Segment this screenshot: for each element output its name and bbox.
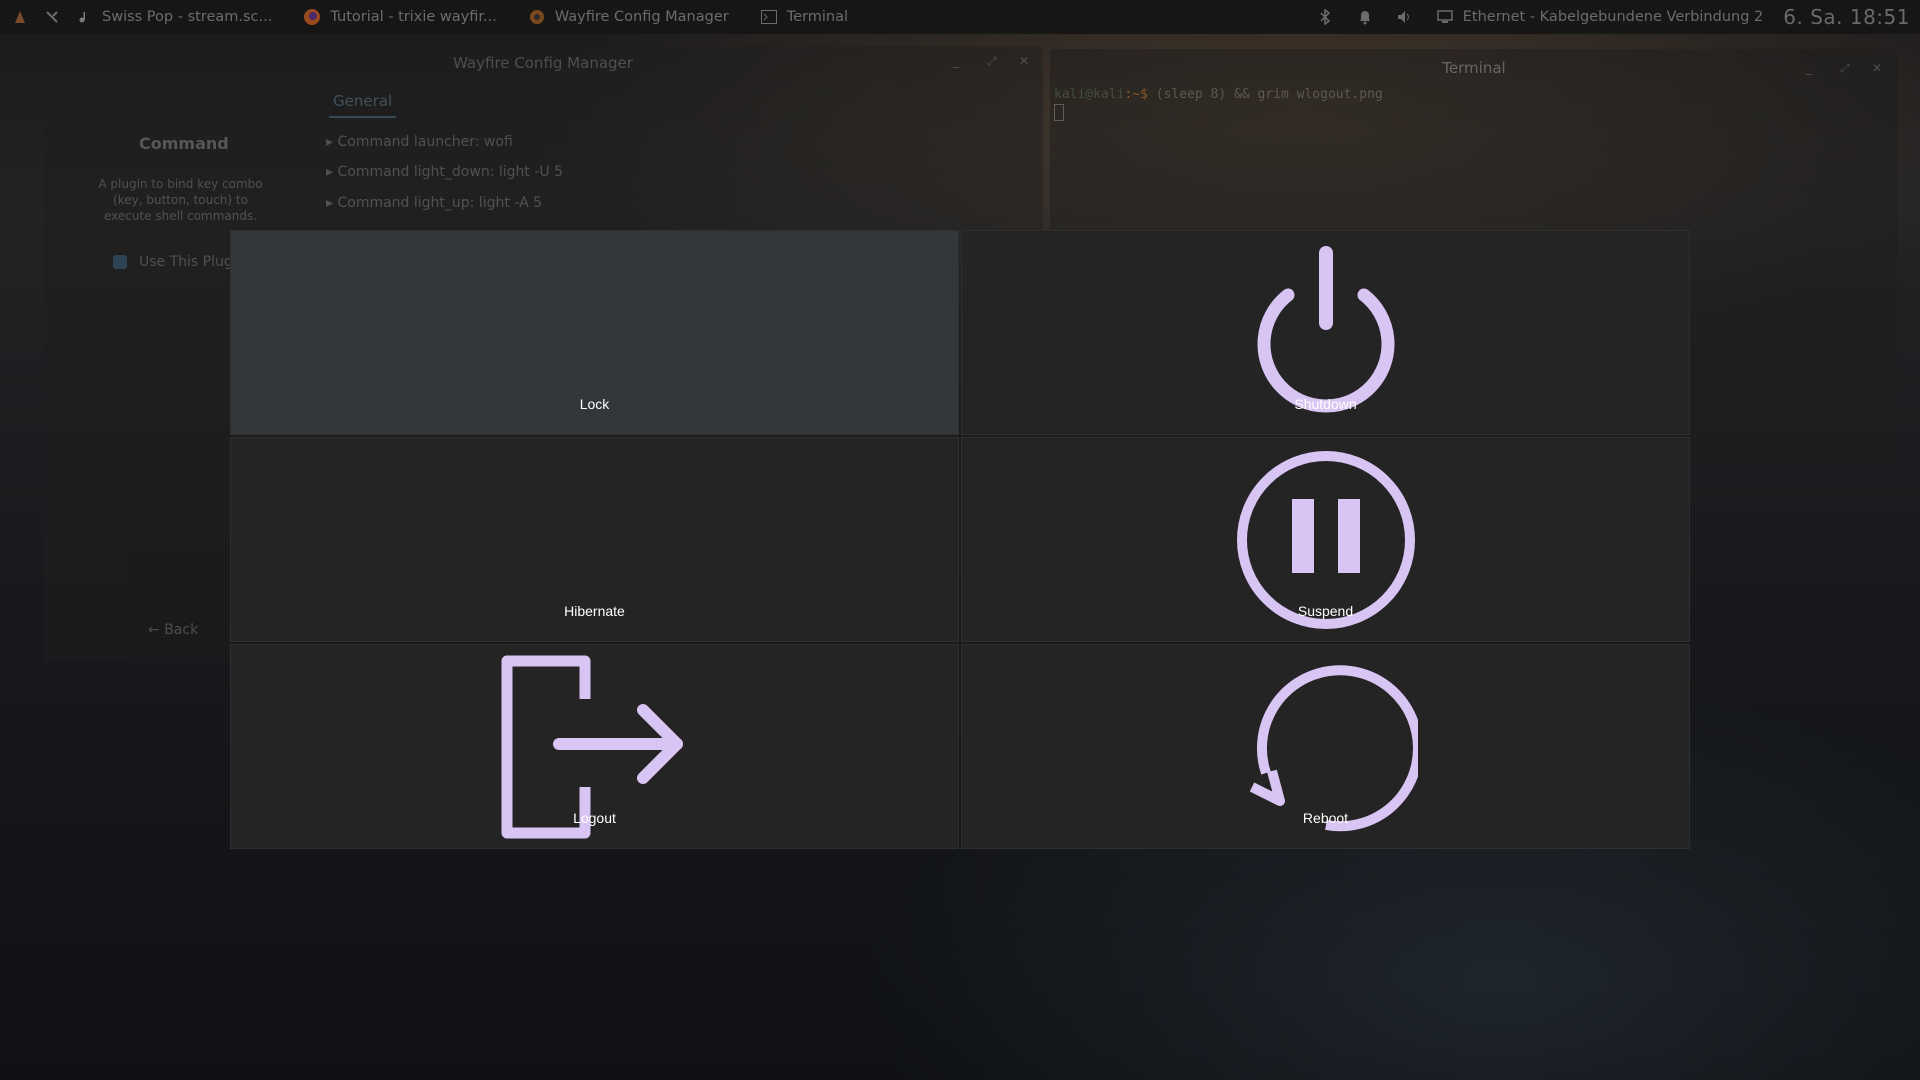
- option-item[interactable]: ▸ Command light_up: light -A 5: [326, 195, 542, 211]
- volume-icon[interactable]: [1395, 7, 1415, 27]
- shutdown-label: Shutdown: [1294, 396, 1357, 412]
- back-label: Back: [164, 622, 199, 638]
- close-icon[interactable]: ✕: [1019, 54, 1029, 68]
- arrow-left-icon: ←: [148, 622, 160, 638]
- task-label: Wayfire Config Manager: [554, 9, 729, 25]
- reboot-button[interactable]: Reboot: [961, 644, 1690, 849]
- option-label: Command light_up: light -A 5: [337, 195, 543, 211]
- terminal-cursor: [1054, 104, 1064, 121]
- lock-label: Lock: [579, 396, 610, 412]
- bluetooth-icon[interactable]: [1315, 7, 1335, 27]
- top-panel: Swiss Pop - stream.sc... Tutorial - trix…: [0, 0, 1920, 34]
- terminal-icon: [759, 7, 779, 27]
- plugin-title: Command: [139, 134, 229, 153]
- back-button[interactable]: ← Back: [148, 622, 198, 638]
- network-status[interactable]: Ethernet - Kabelgebundene Verbindung 2: [1435, 7, 1763, 27]
- use-plugin-label: Use This Plugi: [139, 254, 237, 270]
- window-title: Wayfire Config Manager: [453, 54, 633, 72]
- use-plugin-checkbox[interactable]: Use This Plugi: [113, 254, 237, 270]
- prompt-command: (sleep 8) && grim wlogout.png: [1147, 87, 1383, 102]
- shutdown-button[interactable]: Shutdown: [961, 230, 1690, 435]
- option-item[interactable]: ▸ Command launcher: wofi: [326, 134, 513, 150]
- option-label: Command launcher: wofi: [337, 134, 513, 150]
- task-music[interactable]: Swiss Pop - stream.sc...: [74, 7, 272, 27]
- task-label: Swiss Pop - stream.sc...: [102, 9, 273, 25]
- tools-icon[interactable]: [42, 7, 62, 27]
- minimize-icon[interactable]: _: [953, 54, 959, 68]
- network-label: Ethernet - Kabelgebundene Verbindung 2: [1462, 9, 1764, 25]
- hibernate-button[interactable]: Hibernate: [230, 437, 959, 642]
- task-label: Terminal: [786, 9, 848, 25]
- window-title: Terminal: [1442, 59, 1506, 77]
- prompt-path: :~$: [1124, 87, 1148, 102]
- plugin-description: A plugin to bind key combo (key, button,…: [98, 177, 263, 223]
- app-menu-icon[interactable]: [10, 7, 30, 27]
- ethernet-icon: [1435, 7, 1455, 27]
- suspend-label: Suspend: [1297, 603, 1354, 619]
- checkbox-checked-icon[interactable]: [113, 255, 127, 269]
- hibernate-label: Hibernate: [564, 603, 625, 619]
- task-wayfire-config[interactable]: Wayfire Config Manager: [527, 7, 729, 27]
- firefox-icon: [302, 7, 322, 27]
- terminal-prompt: kali@kali:~$ (sleep 8) && grim wlogout.p…: [1054, 87, 1383, 102]
- logout-label: Logout: [573, 810, 616, 826]
- suspend-button[interactable]: Suspend: [961, 437, 1690, 642]
- maximize-icon[interactable]: ⤢: [1840, 61, 1850, 76]
- task-terminal[interactable]: Terminal: [759, 7, 848, 27]
- minimize-icon[interactable]: _: [1806, 61, 1812, 75]
- logout-menu: Lock Shutdown Hibernate Suspend Logout R…: [230, 230, 1690, 849]
- notification-bell-icon[interactable]: [1355, 7, 1375, 27]
- clock[interactable]: 6. Sa. 18:51: [1783, 5, 1910, 29]
- lock-button[interactable]: Lock: [230, 230, 959, 435]
- music-icon: [74, 7, 94, 27]
- option-item[interactable]: ▸ Command light_down: light -U 5: [326, 164, 563, 180]
- task-firefox[interactable]: Tutorial - trixie wayfir...: [302, 7, 497, 27]
- maximize-icon[interactable]: ⤢: [987, 54, 997, 69]
- prompt-user: kali@kali: [1054, 87, 1125, 102]
- wayfire-icon: [527, 7, 547, 27]
- task-label: Tutorial - trixie wayfir...: [330, 9, 497, 25]
- option-label: Command light_down: light -U 5: [337, 164, 563, 180]
- reboot-label: Reboot: [1302, 810, 1349, 826]
- tab-general[interactable]: General: [329, 92, 397, 118]
- close-icon[interactable]: ✕: [1872, 61, 1882, 75]
- logout-button[interactable]: Logout: [230, 644, 959, 849]
